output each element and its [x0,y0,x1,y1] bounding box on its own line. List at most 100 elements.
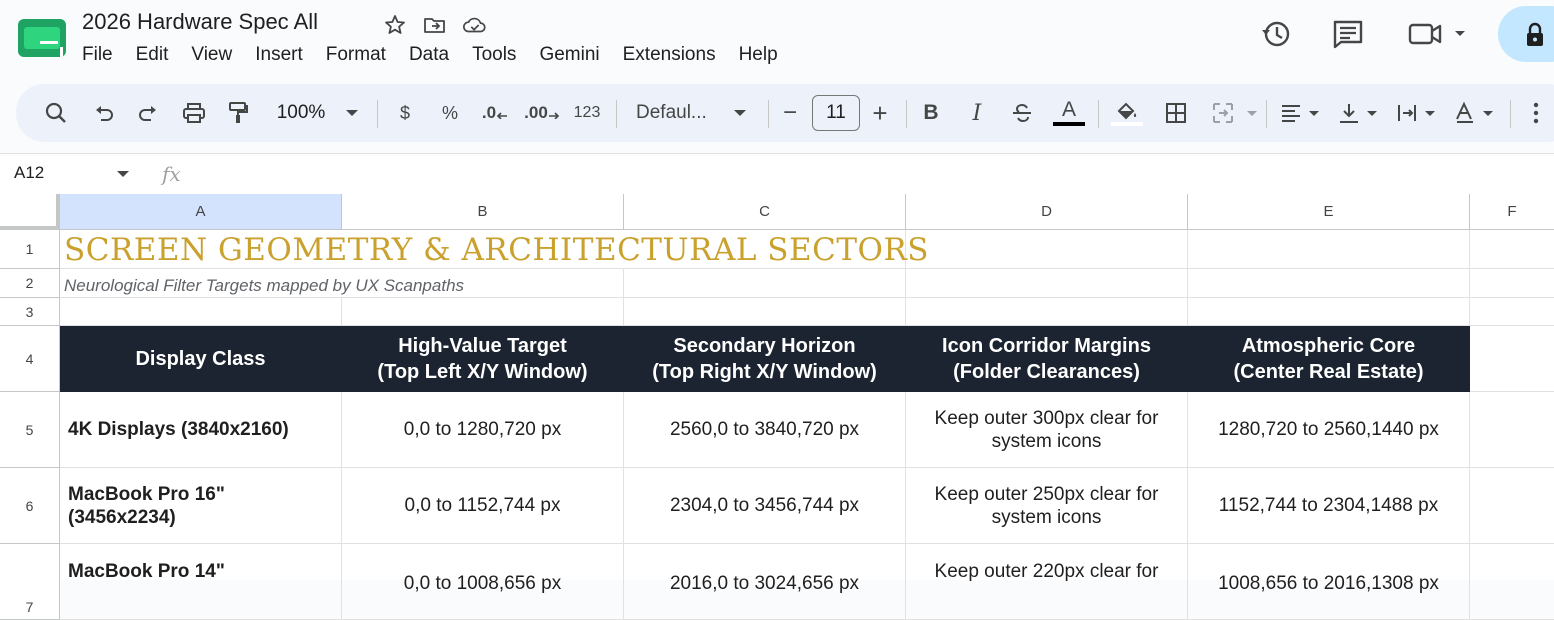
menu-format[interactable]: Format [326,44,386,66]
cell-d2[interactable] [906,269,1188,298]
cloud-saved-icon[interactable] [462,12,488,38]
strikethrough-icon[interactable] [1008,84,1036,142]
share-button[interactable] [1498,6,1554,62]
increase-font-size-button[interactable]: + [868,84,892,142]
comment-icon[interactable] [1330,16,1366,52]
column-header-c[interactable]: C [624,194,906,230]
column-header-a[interactable]: A [60,194,342,230]
text-wrapping-icon[interactable] [1394,84,1442,142]
cell-b3[interactable] [342,298,624,326]
zoom-select[interactable]: 100% [272,84,330,142]
cell-c5[interactable]: 2560,0 to 3840,720 px [624,392,906,468]
row-header-4[interactable]: 4 [0,326,60,392]
cell-b5[interactable]: 0,0 to 1280,720 px [342,392,624,468]
fill-color-icon[interactable] [1110,84,1144,142]
column-header-d[interactable]: D [906,194,1188,230]
menu-help[interactable]: Help [739,44,778,66]
header-icon-corridor-margins[interactable]: Icon Corridor Margins (Folder Clearances) [906,326,1188,392]
italic-button[interactable]: I [966,84,988,142]
cell-e2[interactable] [1188,269,1470,298]
cell-d1[interactable] [906,230,1188,269]
cell-f1[interactable] [1470,230,1554,269]
cell-c6[interactable]: 2304,0 to 3456,744 px [624,468,906,544]
menu-file[interactable]: File [82,44,113,66]
cell-f4[interactable] [1470,326,1554,392]
menu-gemini[interactable]: Gemini [539,44,599,66]
row-header-5[interactable]: 5 [0,392,60,468]
decrease-decimal-button[interactable]: .0 [480,84,510,142]
cell-b6[interactable]: 0,0 to 1152,744 px [342,468,624,544]
menu-edit[interactable]: Edit [136,44,169,66]
cell-a5[interactable]: 4K Displays (3840x2160) [60,392,342,468]
cell-a7[interactable]: MacBook Pro 14" [60,544,342,620]
name-box-chevron-down-icon[interactable] [116,169,130,179]
cell-e1[interactable] [1188,230,1470,269]
move-folder-icon[interactable] [422,12,448,38]
cell-e7[interactable]: 1008,656 to 2016,1308 px [1188,544,1470,620]
horizontal-align-icon[interactable] [1278,84,1326,142]
undo-icon[interactable] [90,84,118,142]
cell-f3[interactable] [1470,298,1554,326]
cell-e3[interactable] [1188,298,1470,326]
menu-extensions[interactable]: Extensions [623,44,716,66]
vertical-align-icon[interactable] [1336,84,1384,142]
merge-cells-icon[interactable] [1208,84,1264,142]
cell-b7[interactable]: 0,0 to 1008,656 px [342,544,624,620]
cell-f5[interactable] [1470,392,1554,468]
font-select[interactable]: Defaul... [636,84,718,142]
more-options-icon[interactable] [1526,84,1546,142]
cell-e6[interactable]: 1152,744 to 2304,1488 px [1188,468,1470,544]
row-header-1[interactable]: 1 [0,230,60,269]
header-secondary-horizon[interactable]: Secondary Horizon (Top Right X/Y Window) [624,326,906,392]
bold-button[interactable]: B [920,84,942,142]
column-header-b[interactable]: B [342,194,624,230]
menu-tools[interactable]: Tools [472,44,516,66]
select-all-corner[interactable] [0,194,60,230]
paint-format-icon[interactable] [224,84,252,142]
menu-data[interactable]: Data [409,44,449,66]
cell-f6[interactable] [1470,468,1554,544]
version-history-icon[interactable] [1258,16,1294,52]
cell-c7[interactable]: 2016,0 to 3024,656 px [624,544,906,620]
increase-decimal-button[interactable]: .00 [524,84,560,142]
row-header-6[interactable]: 6 [0,468,60,544]
currency-format-button[interactable]: $ [394,84,416,142]
font-chevron-down-icon[interactable] [730,84,750,142]
column-header-e[interactable]: E [1188,194,1470,230]
zoom-chevron-down-icon[interactable] [342,84,362,142]
row-header-7[interactable]: 7 [0,544,60,620]
name-box[interactable]: A12 [14,163,44,183]
row-header-3[interactable]: 3 [0,298,60,326]
redo-icon[interactable] [134,84,162,142]
cell-c3[interactable] [624,298,906,326]
cell-d6[interactable]: Keep outer 250px clear for system icons [906,468,1188,544]
menu-insert[interactable]: Insert [255,44,303,66]
cell-f7[interactable] [1470,544,1554,620]
text-color-button[interactable]: A [1052,84,1086,142]
header-display-class[interactable]: Display Class [60,326,342,392]
borders-icon[interactable] [1162,84,1190,142]
formula-input[interactable] [200,158,1540,190]
cell-f2[interactable] [1470,269,1554,298]
cell-c2[interactable] [624,269,906,298]
cell-a6[interactable]: MacBook Pro 16" (3456x2234) [60,468,342,544]
percent-format-button[interactable]: % [438,84,462,142]
menu-view[interactable]: View [191,44,232,66]
search-menus-icon[interactable] [42,84,70,142]
cell-d7[interactable]: Keep outer 220px clear for [906,544,1188,620]
document-title[interactable]: 2026 Hardware Spec All [82,9,318,35]
sheets-logo-icon[interactable] [18,19,66,62]
header-atmospheric-core[interactable]: Atmospheric Core (Center Real Estate) [1188,326,1470,392]
cell-d5[interactable]: Keep outer 300px clear for system icons [906,392,1188,468]
cell-e5[interactable]: 1280,720 to 2560,1440 px [1188,392,1470,468]
column-header-f[interactable]: F [1470,194,1554,230]
text-rotation-icon[interactable] [1452,84,1500,142]
print-icon[interactable] [180,84,208,142]
font-size-input[interactable]: 11 [812,95,860,131]
row-header-2[interactable]: 2 [0,269,60,298]
header-high-value-target[interactable]: High-Value Target (Top Left X/Y Window) [342,326,624,392]
decrease-font-size-button[interactable]: − [778,84,802,142]
cell-d3[interactable] [906,298,1188,326]
meet-video-icon[interactable] [1406,16,1472,52]
cell-a3[interactable] [60,298,342,326]
